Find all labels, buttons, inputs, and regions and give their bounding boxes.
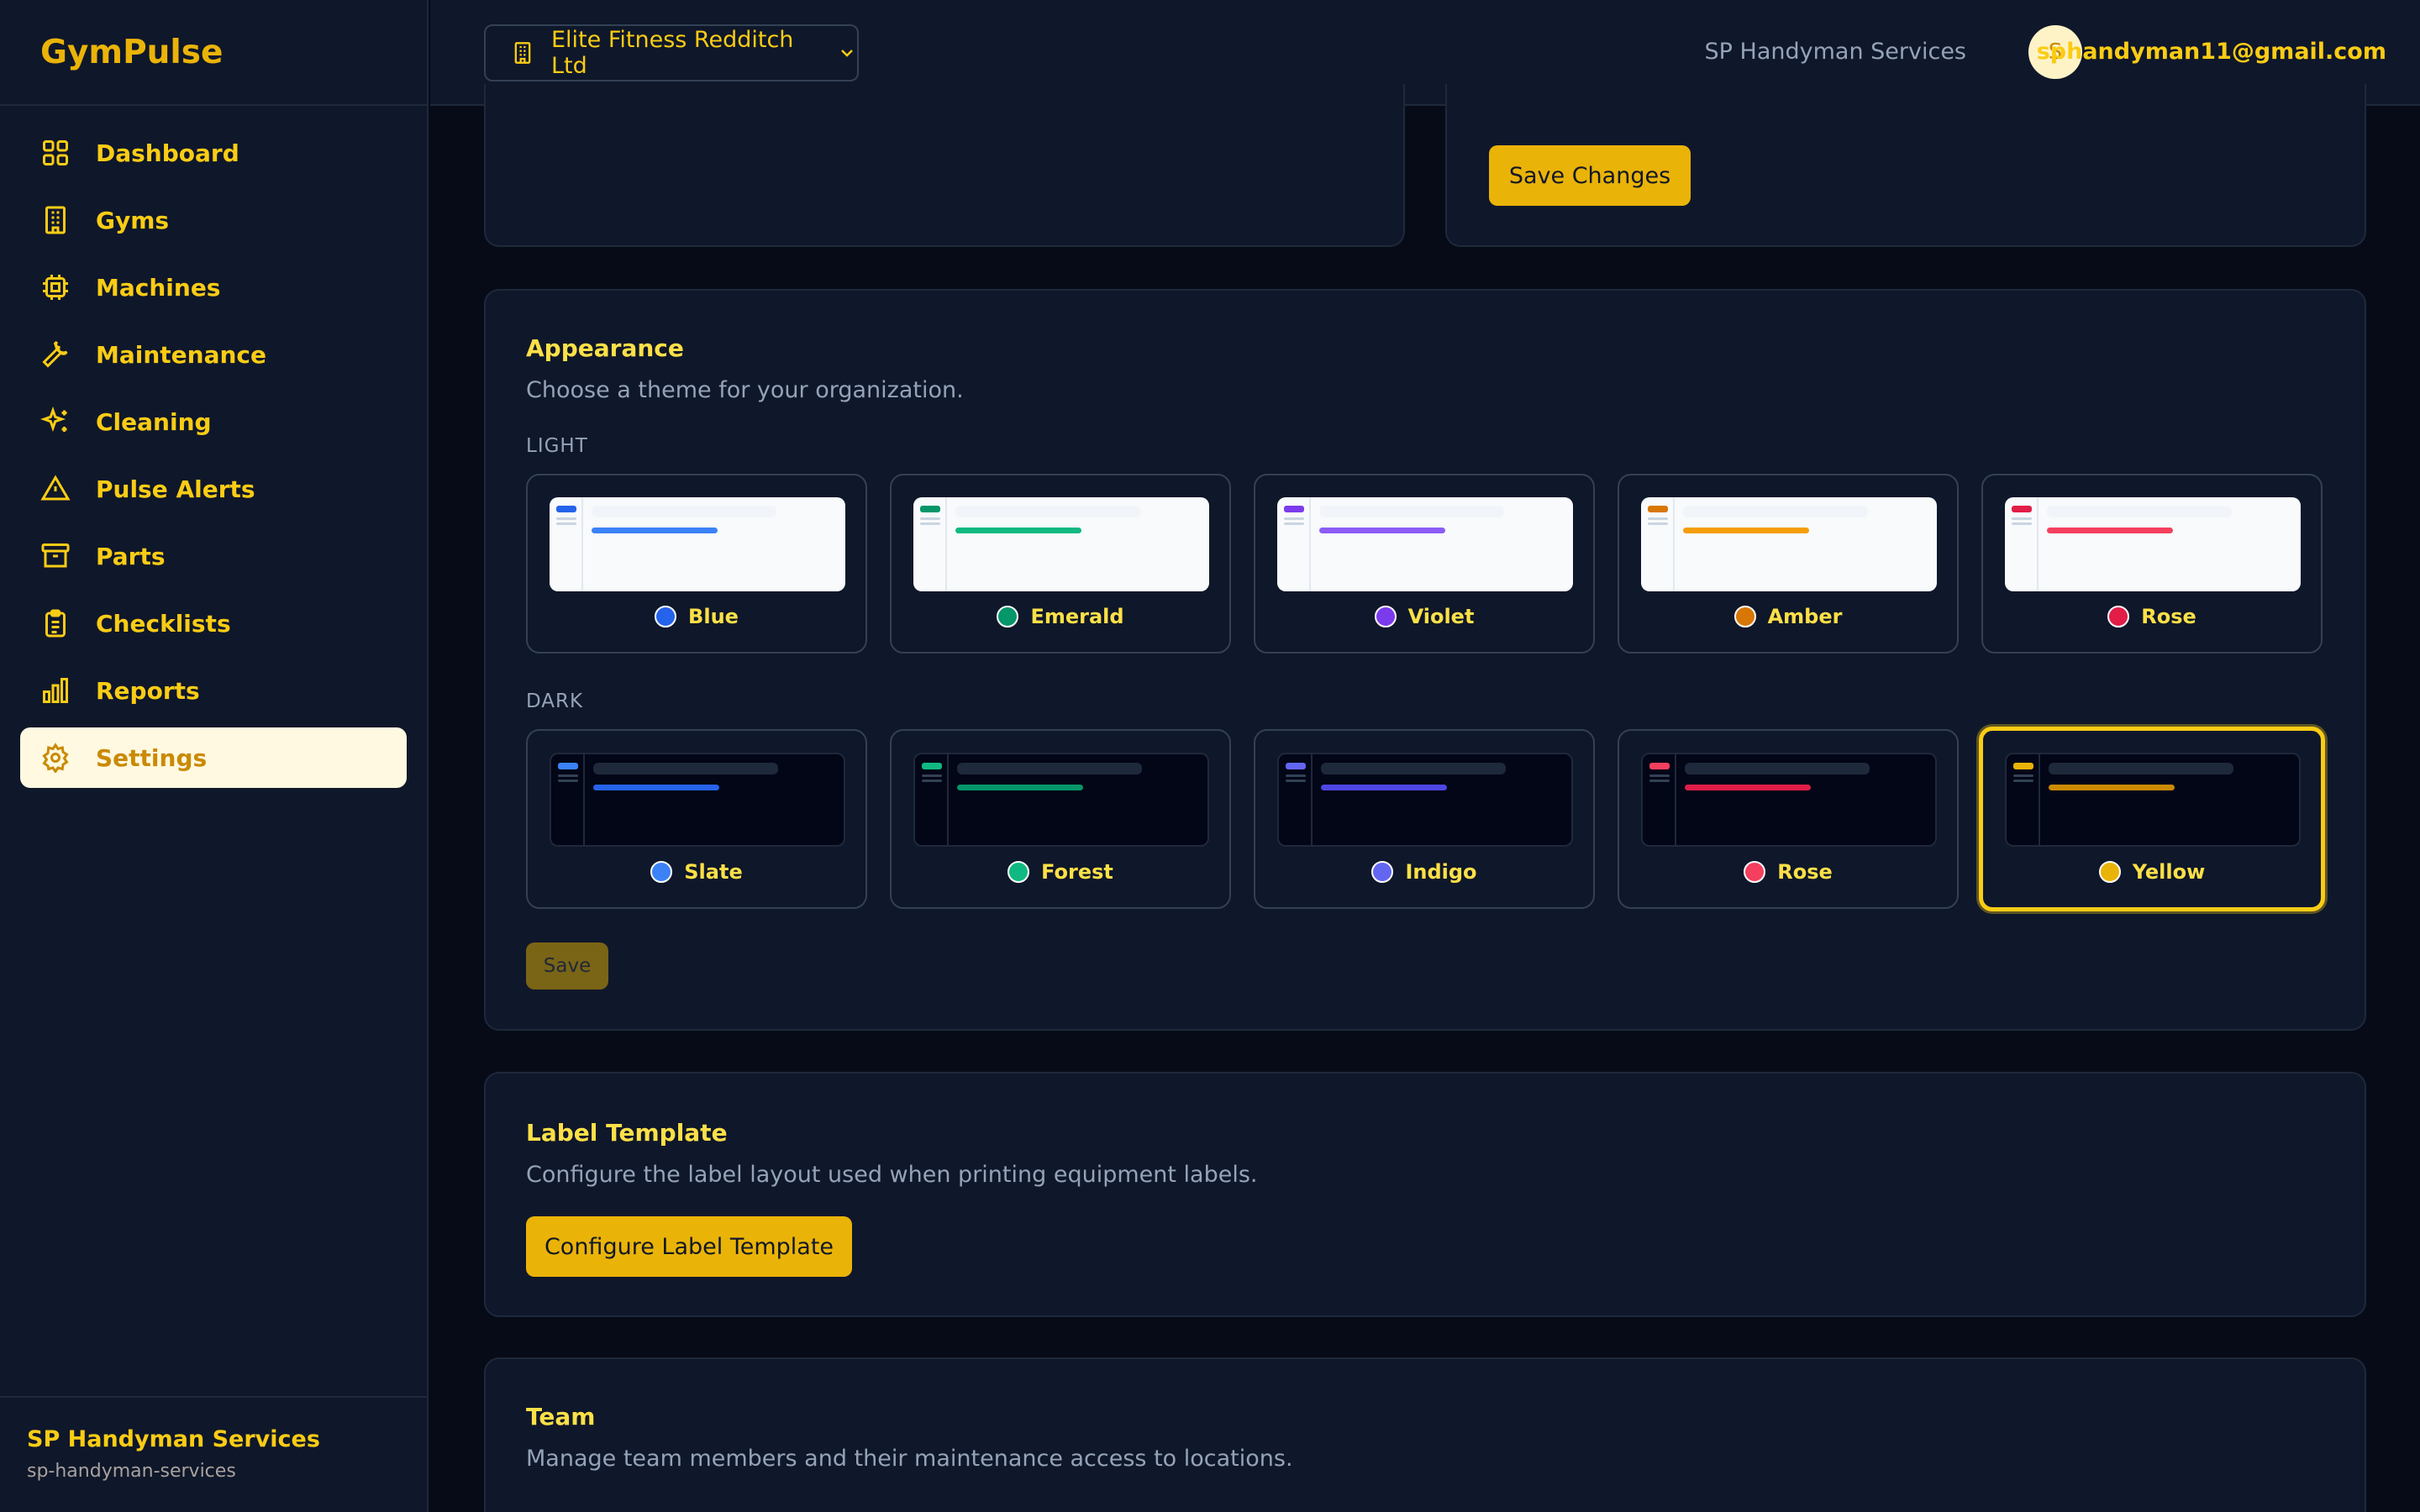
- organization-selector-value: Elite Fitness Redditch Ltd: [551, 27, 794, 79]
- sidebar-item-checklists[interactable]: Checklists: [20, 593, 407, 654]
- theme-preview: [1641, 753, 1937, 847]
- gear-icon: [40, 743, 71, 773]
- theme-color-swatch: [2107, 606, 2130, 627]
- sidebar-item-label: Gyms: [96, 206, 170, 234]
- appearance-title: Appearance: [526, 334, 684, 362]
- sidebar-item-reports[interactable]: Reports: [20, 660, 407, 721]
- sidebar-item-settings[interactable]: Settings: [20, 727, 407, 788]
- sidebar-item-label: Checklists: [96, 609, 231, 638]
- theme-color-swatch: [2098, 861, 2121, 883]
- theme-option-rose-light[interactable]: Rose: [1981, 474, 2323, 654]
- theme-option-yellow[interactable]: Yellow: [1979, 727, 2325, 911]
- chevron-down-icon: [837, 43, 857, 63]
- theme-color-swatch: [997, 606, 1019, 627]
- team-card: Team Manage team members and their maint…: [484, 1357, 2366, 1512]
- light-themes-label: LIGHT: [526, 435, 588, 457]
- save-changes-button[interactable]: Save Changes: [1489, 145, 1691, 206]
- appearance-description: Choose a theme for your organization.: [526, 377, 964, 403]
- theme-name: Rose: [2141, 605, 2196, 628]
- theme-color-swatch: [1733, 606, 1756, 627]
- theme-color-swatch: [1744, 861, 1766, 883]
- archive-icon: [40, 541, 71, 571]
- grid-icon: [40, 138, 71, 168]
- theme-color-swatch: [655, 606, 677, 627]
- user-email[interactable]: sphandyman11@gmail.com: [2037, 39, 2386, 65]
- theme-option-emerald[interactable]: Emerald: [890, 474, 1231, 654]
- theme-option-forest[interactable]: Forest: [890, 729, 1231, 909]
- bar-chart-icon: [40, 675, 71, 706]
- theme-name: Emerald: [1030, 605, 1124, 628]
- theme-name: Rose: [1777, 860, 1833, 884]
- configure-label-template-button[interactable]: Configure Label Template: [526, 1216, 852, 1277]
- appearance-save-button[interactable]: Save: [526, 942, 608, 990]
- theme-color-swatch: [1374, 606, 1397, 627]
- team-description: Manage team members and their maintenanc…: [526, 1446, 1293, 1472]
- sparkles-icon: [40, 407, 71, 437]
- theme-name: Blue: [688, 605, 739, 628]
- theme-color-swatch: [1371, 861, 1394, 883]
- dark-themes-label: DARK: [526, 690, 584, 712]
- profile-card-right: Save Changes: [1445, 84, 2366, 247]
- label-template-card: Label Template Configure the label layou…: [484, 1072, 2366, 1317]
- theme-name: Yellow: [2132, 860, 2206, 884]
- theme-name: Indigo: [1405, 860, 1477, 884]
- theme-preview: [1641, 497, 1937, 591]
- building-icon: [511, 41, 534, 65]
- theme-preview: [550, 753, 845, 847]
- sidebar-item-label: Cleaning: [96, 407, 212, 436]
- sidebar-org-footer: SP Handyman Services sp-handyman-service…: [0, 1396, 427, 1512]
- theme-option-slate[interactable]: Slate: [526, 729, 867, 909]
- sidebar-item-label: Maintenance: [96, 340, 267, 369]
- sidebar-item-gyms[interactable]: Gyms: [20, 190, 407, 250]
- sidebar-item-label: Pulse Alerts: [96, 475, 255, 503]
- sidebar-item-label: Reports: [96, 676, 200, 705]
- org-slug: sp-handyman-services: [27, 1461, 236, 1482]
- appearance-card: Appearance Choose a theme for your organ…: [484, 289, 2366, 1031]
- theme-preview: [1277, 497, 1573, 591]
- sidebar-item-dashboard[interactable]: Dashboard: [20, 123, 407, 183]
- sidebar-item-label: Settings: [96, 743, 208, 772]
- sidebar-item-cleaning[interactable]: Cleaning: [20, 391, 407, 452]
- sidebar-item-label: Machines: [96, 273, 221, 302]
- theme-name: Forest: [1041, 860, 1113, 884]
- profile-card-left: [484, 84, 1405, 247]
- sidebar: GymPulse Dashboard Gyms Machines Mainten…: [0, 0, 429, 1512]
- org-name: SP Handyman Services: [27, 1426, 320, 1452]
- label-template-description: Configure the label layout used when pri…: [526, 1162, 1258, 1188]
- clipboard-icon: [40, 608, 71, 638]
- theme-preview: [550, 497, 845, 591]
- wrench-icon: [40, 339, 71, 370]
- theme-option-blue[interactable]: Blue: [526, 474, 867, 654]
- organization-selector[interactable]: Elite Fitness Redditch Ltd: [484, 24, 859, 81]
- sidebar-item-maintenance[interactable]: Maintenance: [20, 324, 407, 385]
- theme-color-swatch: [1007, 861, 1030, 883]
- cpu-icon: [40, 272, 71, 302]
- building-icon: [40, 205, 71, 235]
- theme-preview: [913, 753, 1209, 847]
- team-title: Team: [526, 1403, 596, 1431]
- theme-option-rose-dark[interactable]: Rose: [1618, 729, 1959, 909]
- sidebar-item-parts[interactable]: Parts: [20, 526, 407, 586]
- theme-preview: [2005, 753, 2301, 847]
- app-logo[interactable]: GymPulse: [0, 0, 427, 106]
- company-name: SP Handyman Services: [1704, 39, 1966, 65]
- label-template-title: Label Template: [526, 1119, 728, 1147]
- sidebar-item-machines[interactable]: Machines: [20, 257, 407, 318]
- theme-option-violet[interactable]: Violet: [1254, 474, 1595, 654]
- theme-color-swatch: [650, 861, 673, 883]
- theme-preview: [2005, 497, 2301, 591]
- sidebar-item-label: Parts: [96, 542, 166, 570]
- theme-option-indigo[interactable]: Indigo: [1254, 729, 1595, 909]
- theme-name: Violet: [1407, 605, 1475, 628]
- alert-triangle-icon: [40, 474, 71, 504]
- theme-preview: [1277, 753, 1573, 847]
- theme-name: Slate: [684, 860, 743, 884]
- sidebar-item-label: Dashboard: [96, 139, 239, 167]
- sidebar-item-pulse-alerts[interactable]: Pulse Alerts: [20, 459, 407, 519]
- theme-preview: [913, 497, 1209, 591]
- sidebar-nav: Dashboard Gyms Machines Maintenance Clea…: [0, 106, 427, 788]
- theme-name: Amber: [1767, 605, 1843, 628]
- theme-option-amber[interactable]: Amber: [1618, 474, 1959, 654]
